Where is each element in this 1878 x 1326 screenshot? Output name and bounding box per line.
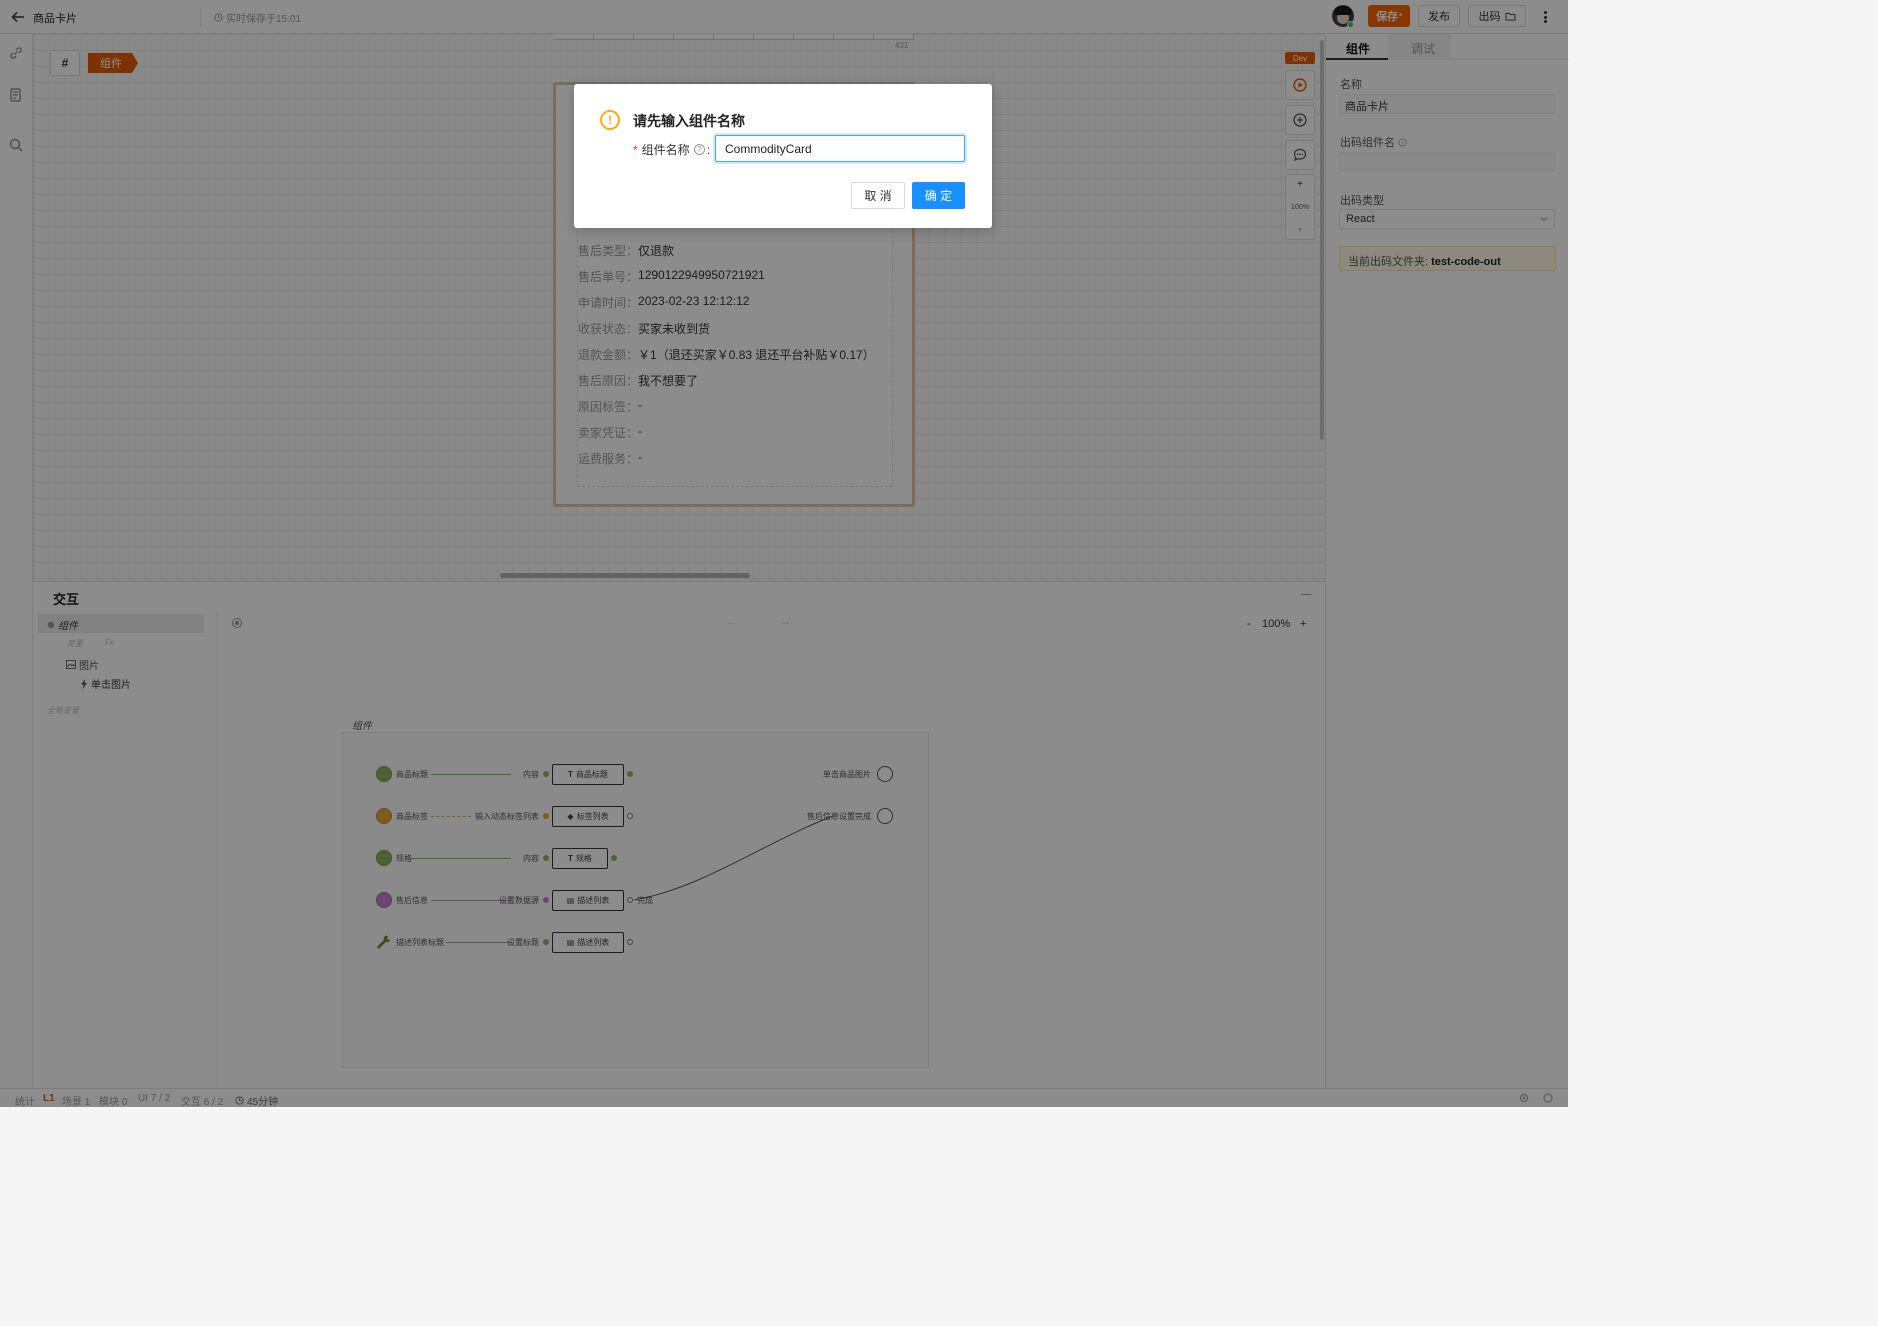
required-mark: * xyxy=(633,142,638,157)
component-name-input[interactable] xyxy=(715,135,965,162)
question-icon[interactable]: ? xyxy=(693,144,705,155)
confirm-button[interactable]: 确 定 xyxy=(912,182,965,209)
label-colon: : xyxy=(706,142,711,157)
component-name-label: * 组件名称 ? : xyxy=(633,141,710,158)
warning-icon: ! xyxy=(600,110,620,130)
cancel-button[interactable]: 取 消 xyxy=(851,182,905,209)
field-label-text: 组件名称 xyxy=(641,143,690,157)
component-name-dialog: ! 请先输入组件名称 * 组件名称 ? : 取 消 确 定 xyxy=(574,84,992,228)
dialog-title: 请先输入组件名称 xyxy=(633,113,745,129)
